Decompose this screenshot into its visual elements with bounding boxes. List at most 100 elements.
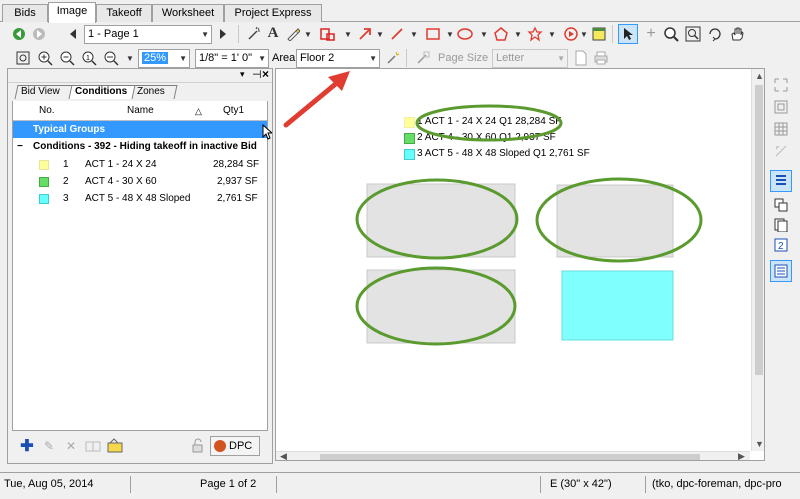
crosshair-icon[interactable]: +	[642, 25, 660, 43]
arrow-tool-icon[interactable]	[356, 25, 374, 43]
row-name: ACT 5 - 48 X 48 Sloped	[85, 193, 191, 204]
previous-page-icon[interactable]	[64, 25, 82, 43]
select-pointer-icon[interactable]	[618, 24, 638, 44]
overlay-icon[interactable]	[772, 196, 790, 214]
area-combo[interactable]: Floor 2 ▼	[296, 49, 380, 68]
table-row[interactable]: 1 ACT 1 - 24 X 24 28,284 SF	[13, 157, 267, 173]
list-view-button[interactable]	[770, 170, 792, 192]
area-rect-top-right[interactable]	[556, 184, 674, 258]
tab-image[interactable]: Image	[48, 2, 96, 23]
area-edit-icon[interactable]	[384, 49, 402, 67]
zoom-out-icon[interactable]	[58, 49, 76, 67]
pin-panel-icon[interactable]: ⊣	[252, 68, 262, 81]
pan-rotate-icon[interactable]	[706, 25, 724, 43]
polygon-tool-icon[interactable]	[492, 25, 510, 43]
snap-icon[interactable]	[772, 142, 790, 160]
tab-worksheet[interactable]: Worksheet	[152, 4, 224, 22]
page-size-combo[interactable]: Letter ▼	[492, 49, 568, 68]
dpc-button[interactable]: DPC	[210, 436, 260, 456]
scroll-right-icon[interactable]: ▶	[738, 451, 745, 460]
tab-bids[interactable]: Bids	[2, 4, 48, 22]
sort-ascending-icon[interactable]: △	[195, 101, 202, 121]
ellipse-tool-icon[interactable]	[456, 25, 474, 43]
legend-toggle-button[interactable]	[770, 260, 792, 282]
sticky-note-icon[interactable]	[590, 25, 608, 43]
row-name: ACT 1 - 24 X 24	[85, 159, 157, 170]
print-icon[interactable]	[592, 49, 610, 67]
delete-condition-icon[interactable]: ✕	[62, 437, 80, 455]
forward-icon[interactable]	[30, 25, 48, 43]
vertical-scrollbar[interactable]: ▲ ▼	[751, 69, 764, 451]
chevron-down-icon[interactable]: ▼	[548, 30, 556, 39]
grid-icon[interactable]	[772, 120, 790, 138]
next-page-icon[interactable]	[214, 25, 232, 43]
table-row[interactable]: 3 ACT 5 - 48 X 48 Sloped 2,761 SF	[13, 191, 267, 207]
chevron-down-icon[interactable]: ▼	[304, 30, 312, 39]
chevron-down-icon[interactable]: ▼	[376, 30, 384, 39]
record-icon[interactable]	[562, 25, 580, 43]
page-2-icon[interactable]: 2	[772, 236, 790, 254]
chevron-down-icon[interactable]: ▼	[580, 30, 588, 39]
chevron-down-icon[interactable]: ▼	[480, 30, 488, 39]
scale-combo[interactable]: 1/8" = 1' 0" ▼	[195, 49, 269, 68]
column-header-no[interactable]: No.	[39, 101, 55, 121]
zoom-extents-icon[interactable]	[772, 76, 790, 94]
edit-condition-icon[interactable]: ✎	[40, 437, 58, 455]
column-header-qty1[interactable]: Qty1	[223, 101, 244, 121]
annotation-ellipse-legend[interactable]	[415, 104, 563, 142]
collapse-icon[interactable]: −	[17, 139, 23, 155]
chevron-down-icon[interactable]: ▼	[410, 30, 418, 39]
zoom-in-icon[interactable]	[36, 49, 54, 67]
page-setup-icon[interactable]	[414, 49, 432, 67]
vertical-scroll-thumb[interactable]	[755, 85, 763, 375]
tab-takeoff[interactable]: Takeoff	[96, 4, 152, 22]
subtab-bid-view[interactable]: Bid View	[14, 85, 74, 99]
line-tool-icon[interactable]	[388, 25, 406, 43]
cloud-tool-icon[interactable]	[526, 25, 544, 43]
lock-icon[interactable]	[188, 437, 206, 455]
chevron-down-icon[interactable]: ▼	[446, 30, 454, 39]
new-page-icon[interactable]	[572, 49, 590, 67]
zoom-actual-icon[interactable]: 1	[80, 49, 98, 67]
column-header-name[interactable]: Name	[127, 101, 154, 121]
horizontal-scrollbar[interactable]: ◀ ▶	[276, 451, 750, 460]
chevron-down-icon[interactable]: ▼	[126, 54, 134, 63]
chevron-down-icon[interactable]: ▼	[514, 30, 522, 39]
rectangle-tool-icon[interactable]	[424, 25, 442, 43]
scroll-left-icon[interactable]: ◀	[280, 451, 287, 460]
horizontal-scroll-thumb[interactable]	[320, 454, 700, 460]
subtab-conditions[interactable]: Conditions	[68, 85, 136, 99]
conditions-header-row[interactable]: − Conditions - 392 - Hiding takeoff in i…	[13, 139, 267, 155]
highlighter-icon[interactable]	[284, 25, 302, 43]
stamp-icon[interactable]	[318, 25, 336, 43]
copy-condition-icon[interactable]	[84, 437, 102, 455]
pin-icon[interactable]: ▾	[240, 69, 245, 80]
scroll-down-icon[interactable]: ▼	[755, 439, 764, 449]
page-select[interactable]: 1 - Page 1 ▼	[84, 25, 212, 44]
back-icon[interactable]	[10, 25, 28, 43]
right-tool-strip: 2	[766, 68, 800, 464]
svg-text:2: 2	[778, 241, 784, 252]
group-row-typical-groups[interactable]: Typical Groups	[13, 121, 267, 138]
table-row[interactable]: 2 ACT 4 - 30 X 60 2,937 SF	[13, 174, 267, 190]
page-compare-icon[interactable]	[772, 216, 790, 234]
zoom-window-icon[interactable]	[662, 25, 680, 43]
condition-library-icon[interactable]	[106, 437, 124, 455]
drawing-canvas[interactable]: 1 ACT 1 - 24 X 24 Q1 28,284 SF 2 ACT 4 -…	[275, 68, 765, 461]
svg-text:1: 1	[86, 55, 90, 62]
layer-icon[interactable]	[772, 98, 790, 116]
scroll-up-icon[interactable]: ▲	[755, 71, 764, 81]
add-condition-icon[interactable]: ✚	[18, 437, 36, 455]
zoom-combo[interactable]: 25% ▼	[138, 49, 190, 68]
text-tool-icon[interactable]: A	[264, 24, 282, 42]
chevron-down-icon[interactable]: ▼	[344, 30, 352, 39]
tab-project-express[interactable]: Project Express	[224, 4, 322, 22]
zoom-region-icon[interactable]	[684, 25, 702, 43]
zoom-fit-page-icon[interactable]	[14, 49, 32, 67]
pan-hand-icon[interactable]	[728, 25, 746, 43]
subtab-zones[interactable]: Zones	[130, 85, 178, 99]
magic-wand-icon[interactable]	[245, 25, 263, 43]
zoom-width-icon[interactable]	[102, 49, 120, 67]
close-icon[interactable]: ×	[262, 67, 269, 81]
area-rect-cyan[interactable]	[561, 270, 674, 341]
